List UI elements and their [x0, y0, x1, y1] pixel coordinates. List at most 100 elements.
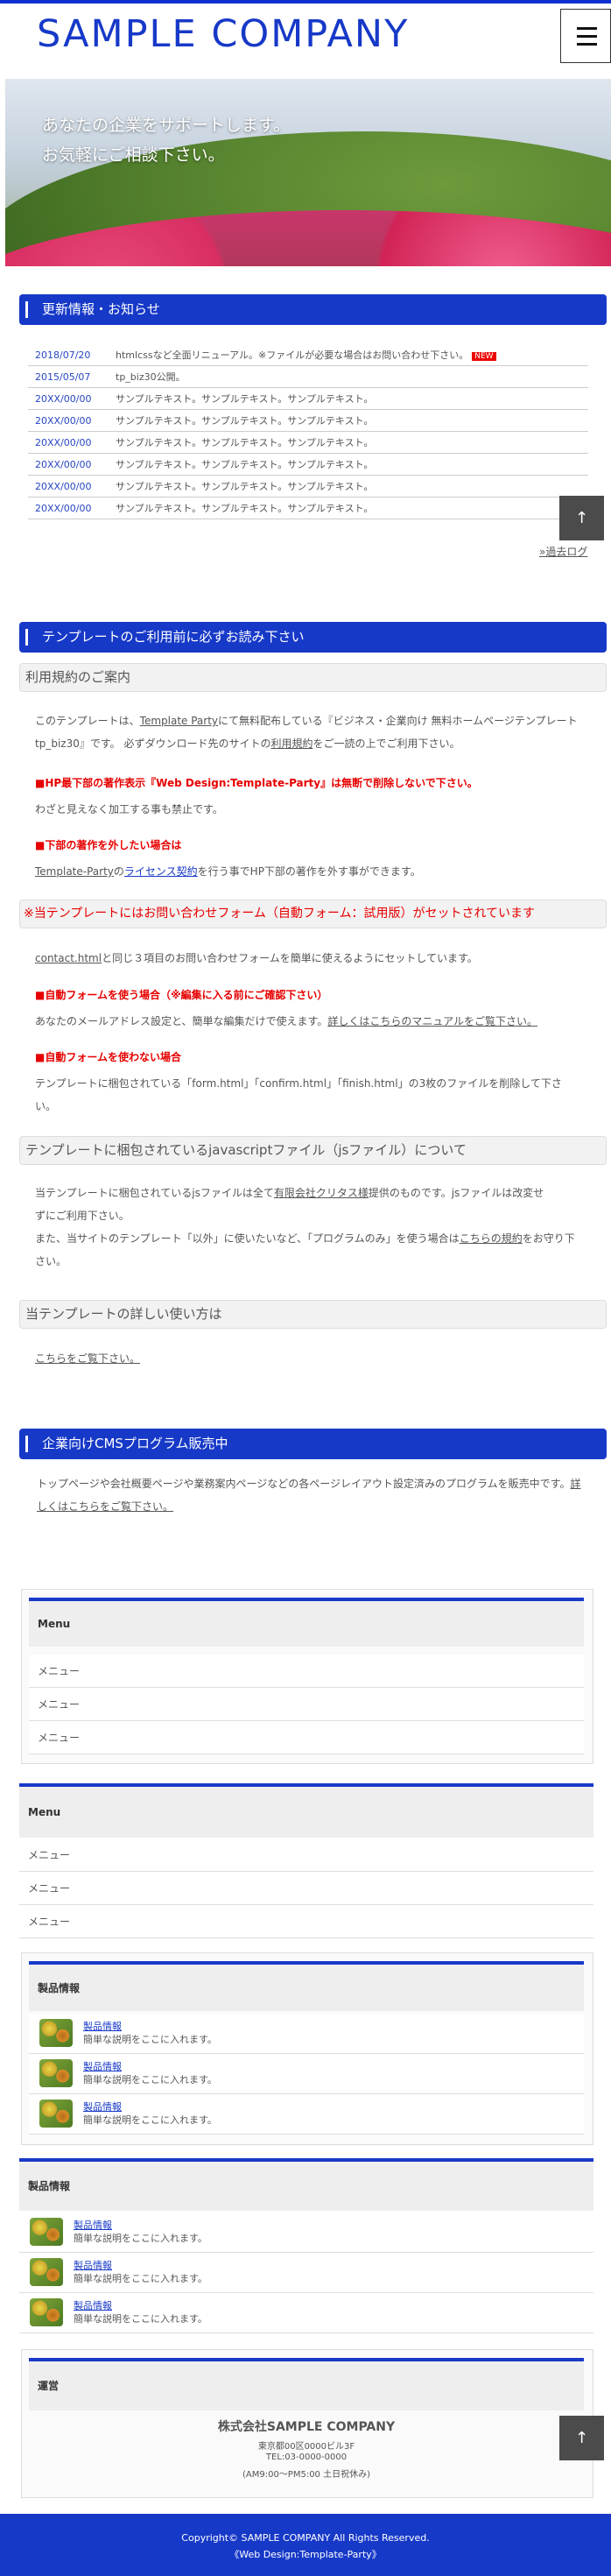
- product-thumbnail: [39, 2019, 73, 2047]
- new-badge: NEW: [472, 352, 496, 361]
- news-text: サンプルテキスト。サンプルテキスト。サンプルテキスト。: [116, 503, 374, 514]
- product-title[interactable]: 製品情報: [74, 2298, 112, 2312]
- template-party-link[interactable]: Template-Party: [35, 865, 114, 878]
- news-row: 20XX/00/00 サンプルテキスト。サンプルテキスト。サンプルテキスト。: [28, 498, 588, 519]
- hero-line1: あなたの企業をサポートします。: [42, 116, 291, 135]
- cms-paragraph: トップページや会社概要ページや業務案内ページなどの各ページレイアウト設定済みのプ…: [37, 1472, 597, 1518]
- menu-item[interactable]: メニュー: [29, 1655, 584, 1688]
- form-notice-heading: ※当テンプレートにはお問い合わせフォーム（自動フォーム：試用版）がセットされてい…: [19, 900, 607, 928]
- products-heading: 製品情報: [19, 2158, 593, 2211]
- product-title[interactable]: 製品情報: [74, 2218, 112, 2232]
- text: い。: [35, 1100, 57, 1112]
- menu-heading: Menu: [29, 1598, 584, 1647]
- scroll-top-button[interactable]: ↑: [559, 2416, 604, 2460]
- text: さい。: [35, 1255, 67, 1267]
- product-desc: 簡単な説明をここに入れます。: [83, 2114, 217, 2126]
- text: このテンプレートは、: [35, 715, 140, 727]
- products-heading: 製品情報: [29, 1961, 584, 2011]
- news-text: サンプルテキスト。サンプルテキスト。サンプルテキスト。: [116, 481, 374, 492]
- terms-link[interactable]: 利用規約: [270, 738, 313, 750]
- text: の: [113, 865, 124, 878]
- cms-link[interactable]: 詳: [571, 1478, 581, 1490]
- past-log-link[interactable]: »過去ログ: [539, 544, 587, 559]
- news-row: 20XX/00/00 サンプルテキスト。サンプルテキスト。サンプルテキスト。: [28, 388, 588, 410]
- text: と同じ３項目のお問い合わせフォームを簡単に使えるようにセットしています。: [102, 952, 478, 964]
- news-text: tp_biz30公開。: [116, 371, 186, 383]
- company-name: 株式会社SAMPLE COMPANY: [217, 2420, 396, 2434]
- news-text: サンプルテキスト。サンプルテキスト。サンプルテキスト。: [116, 459, 374, 470]
- menu-item[interactable]: メニュー: [29, 1721, 584, 1754]
- scroll-top-button[interactable]: ↑: [559, 496, 604, 540]
- template-party-link[interactable]: Template Party: [140, 715, 218, 727]
- news-row: 20XX/00/00 サンプルテキスト。サンプルテキスト。サンプルテキスト。: [28, 410, 588, 432]
- hero-line2: お気軽にご相談下さい。: [42, 145, 225, 165]
- product-item[interactable]: 製品情報 簡単な説明をここに入れます。: [29, 2014, 584, 2054]
- menu-item[interactable]: メニュー: [19, 1838, 593, 1872]
- news-date: 20XX/00/00: [35, 503, 92, 514]
- cms-heading: 企業向けCMSプログラム販売中: [19, 1429, 607, 1459]
- product-title[interactable]: 製品情報: [83, 2059, 122, 2073]
- js-sub-heading: テンプレートに梱包されているjavascriptファイル（jsファイル）について: [19, 1136, 607, 1165]
- footer: Copyright© SAMPLE COMPANY All Rights Res…: [0, 2514, 611, 2576]
- terms-note: わざと見えなく加工する事も禁止です。: [35, 803, 223, 815]
- news-date: 2015/05/07: [35, 371, 91, 383]
- product-thumbnail: [39, 2059, 73, 2087]
- news-heading: 更新情報・お知らせ: [19, 294, 607, 325]
- text: あなたのメールアドレス設定と、簡単な編集だけで使えます。: [35, 1015, 328, 1027]
- menu-item[interactable]: メニュー: [19, 1905, 593, 1938]
- hamburger-icon: [577, 27, 597, 30]
- news-date: 20XX/00/00: [35, 437, 92, 448]
- license-link[interactable]: ライセンス契約: [124, 865, 198, 878]
- product-item[interactable]: 製品情報 簡単な説明をここに入れます。: [19, 2293, 593, 2333]
- hamburger-icon-bar: [577, 35, 597, 38]
- terms-title: テンプレートのご利用前に必ずお読み下さい: [42, 629, 305, 645]
- product-item[interactable]: 製品情報 簡単な説明をここに入れます。: [19, 2253, 593, 2293]
- crytus-link[interactable]: 有限会社クリタス様: [274, 1187, 369, 1199]
- company-tel: TEL:03-0000-0000: [265, 2452, 348, 2462]
- arrow-up-icon: ↑: [574, 509, 589, 527]
- product-item[interactable]: 製品情報 簡単な説明をここに入れます。: [29, 2094, 584, 2135]
- product-title[interactable]: 製品情報: [74, 2258, 112, 2272]
- news-text: サンプルテキスト。サンプルテキスト。サンプルテキスト。: [116, 415, 374, 427]
- product-thumbnail: [39, 2100, 73, 2128]
- product-desc: 簡単な説明をここに入れます。: [74, 2233, 207, 2244]
- cms-title: 企業向けCMSプログラム販売中: [42, 1436, 228, 1451]
- product-desc: 簡単な説明をここに入れます。: [83, 2074, 217, 2086]
- cms-link[interactable]: しくはこちらをご覧下さい。: [37, 1500, 173, 1513]
- text: テンプレートに梱包されている「form.html」「confirm.html」「…: [35, 1077, 562, 1090]
- news-row: 2018/07/20 htmlcssなど全面リニューアル。※ファイルが必要な場合は…: [28, 344, 588, 366]
- news-row: 20XX/00/00 サンプルテキスト。サンプルテキスト。サンプルテキスト。: [28, 454, 588, 476]
- form-delete-paragraph: テンプレートに梱包されている「form.html」「confirm.html」「…: [35, 1072, 586, 1118]
- product-item[interactable]: 製品情報 簡単な説明をここに入れます。: [29, 2054, 584, 2094]
- warning-text: ■自動フォームを使わない場合: [35, 1051, 181, 1063]
- hamburger-menu-button[interactable]: [560, 9, 611, 63]
- arrow-up-icon: ↑: [574, 2429, 589, 2447]
- manual-link[interactable]: 詳しくはこちらのマニュアルをご覧下さい。: [327, 1015, 537, 1027]
- news-text: サンプルテキスト。サンプルテキスト。サンプルテキスト。: [116, 437, 374, 448]
- news-text: htmlcssなど全面リニューアル。※ファイルが必要な場合はお問い合わせ下さい。…: [116, 344, 496, 368]
- product-desc: 簡単な説明をここに入れます。: [74, 2313, 207, 2325]
- form-paragraph: contact.htmlと同じ３項目のお問い合わせフォームを簡単に使えるようにセ…: [35, 947, 586, 970]
- news-date: 2018/07/20: [35, 349, 91, 361]
- product-title[interactable]: 製品情報: [83, 2100, 122, 2114]
- design-credit[interactable]: 《Web Design:Template-Party》: [0, 2547, 611, 2561]
- product-item[interactable]: 製品情報 簡単な説明をここに入れます。: [19, 2213, 593, 2253]
- product-thumbnail: [30, 2298, 63, 2326]
- contact-link[interactable]: contact.html: [35, 952, 102, 964]
- site-logo[interactable]: SAMPLE COMPANY: [37, 12, 409, 56]
- rules-link[interactable]: こちらの規約: [460, 1232, 523, 1245]
- news-row: 20XX/00/00 サンプルテキスト。サンプルテキスト。サンプルテキスト。: [28, 432, 588, 454]
- product-title[interactable]: 製品情報: [83, 2019, 122, 2033]
- news-date: 20XX/00/00: [35, 393, 92, 405]
- text: ずにご利用下さい。: [35, 1210, 130, 1222]
- news-text-value: htmlcssなど全面リニューアル。※ファイルが必要な場合はお問い合わせ下さい。: [116, 349, 469, 361]
- page: SAMPLE COMPANY あなたの企業をサポートします。 お気軽にご相談下さ…: [0, 0, 611, 2576]
- howto-link[interactable]: こちらをご覧下さい。: [35, 1347, 586, 1370]
- license-paragraph: Template-Partyのライセンス契約を行う事でHP下部の著作を外す事がで…: [35, 860, 586, 883]
- news-row: 2015/05/07 tp_biz30公開。: [28, 366, 588, 388]
- news-date: 20XX/00/00: [35, 459, 92, 470]
- menu-item[interactable]: メニュー: [19, 1872, 593, 1905]
- product-thumbnail: [30, 2218, 63, 2246]
- menu-item[interactable]: メニュー: [29, 1688, 584, 1721]
- text: 当テンプレートに梱包されているjsファイルは全て: [35, 1187, 274, 1199]
